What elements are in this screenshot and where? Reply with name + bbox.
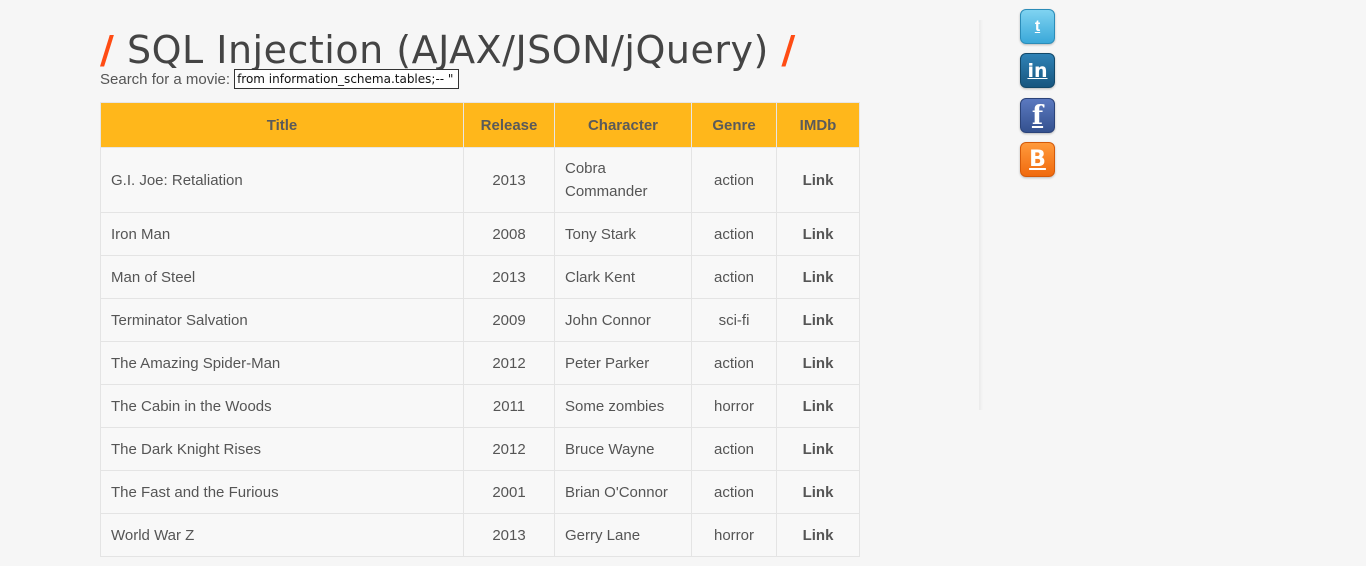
- cell-imdb: Link: [776, 212, 860, 256]
- imdb-link[interactable]: Link: [803, 226, 834, 243]
- title-text: SQL Injection (AJAX/JSON/jQuery): [126, 28, 769, 73]
- table-row: The Dark Knight Rises 2012 Bruce Wayne a…: [100, 427, 860, 471]
- column-header-title: Title: [100, 102, 464, 148]
- search-form: Search for a movie:: [100, 68, 460, 90]
- sidebar-divider: [979, 20, 983, 410]
- cell-character: Gerry Lane: [554, 513, 692, 557]
- facebook-icon[interactable]: f: [1020, 98, 1055, 133]
- cell-release: 2012: [463, 427, 555, 471]
- cell-title: Iron Man: [100, 212, 464, 256]
- table-row: World War Z 2013 Gerry Lane horror Link: [100, 513, 860, 557]
- table-row: Man of Steel 2013 Clark Kent action Link: [100, 255, 860, 299]
- imdb-link[interactable]: Link: [803, 484, 834, 501]
- cell-genre: horror: [691, 384, 777, 428]
- imdb-link[interactable]: Link: [803, 172, 834, 189]
- imdb-link[interactable]: Link: [803, 269, 834, 286]
- cell-release: 2011: [463, 384, 555, 428]
- table-row: Iron Man 2008 Tony Stark action Link: [100, 212, 860, 256]
- cell-character: John Connor: [554, 298, 692, 342]
- cell-title: Terminator Salvation: [100, 298, 464, 342]
- search-input[interactable]: [234, 69, 460, 89]
- cell-title: The Amazing Spider-Man: [100, 341, 464, 385]
- linkedin-icon[interactable]: in: [1020, 53, 1055, 88]
- table-row: G.I. Joe: Retaliation 2013 Cobra Command…: [100, 147, 860, 213]
- imdb-link[interactable]: Link: [803, 398, 834, 415]
- cell-imdb: Link: [776, 384, 860, 428]
- cell-title: G.I. Joe: Retaliation: [100, 147, 464, 213]
- column-header-genre: Genre: [691, 102, 777, 148]
- column-header-character: Character: [554, 102, 692, 148]
- cell-imdb: Link: [776, 470, 860, 514]
- table-row: The Fast and the Furious 2001 Brian O'Co…: [100, 470, 860, 514]
- imdb-link[interactable]: Link: [803, 527, 834, 544]
- cell-genre: horror: [691, 513, 777, 557]
- cell-genre: sci-fi: [691, 298, 777, 342]
- cell-genre: action: [691, 255, 777, 299]
- cell-title: Man of Steel: [100, 255, 464, 299]
- cell-genre: action: [691, 427, 777, 471]
- cell-title: World War Z: [100, 513, 464, 557]
- table-row: The Amazing Spider-Man 2012 Peter Parker…: [100, 341, 860, 385]
- cell-release: 2013: [463, 147, 555, 213]
- search-label: Search for a movie:: [100, 70, 231, 88]
- cell-title: The Cabin in the Woods: [100, 384, 464, 428]
- cell-release: 2008: [463, 212, 555, 256]
- cell-release: 2013: [463, 513, 555, 557]
- cell-genre: action: [691, 212, 777, 256]
- cell-release: 2013: [463, 255, 555, 299]
- column-header-imdb: IMDb: [776, 102, 860, 148]
- table-header-row: Title Release Character Genre IMDb: [100, 102, 860, 148]
- page: / SQL Injection (AJAX/JSON/jQuery) / Sea…: [0, 0, 1366, 566]
- cell-genre: action: [691, 147, 777, 213]
- cell-title: The Fast and the Furious: [100, 470, 464, 514]
- imdb-link[interactable]: Link: [803, 312, 834, 329]
- cell-character: Cobra Commander: [554, 147, 692, 213]
- cell-character: Some zombies: [554, 384, 692, 428]
- cell-imdb: Link: [776, 255, 860, 299]
- table-row: Terminator Salvation 2009 John Connor sc…: [100, 298, 860, 342]
- blogger-icon[interactable]: B: [1020, 142, 1055, 177]
- cell-imdb: Link: [776, 427, 860, 471]
- cell-release: 2009: [463, 298, 555, 342]
- imdb-link[interactable]: Link: [803, 355, 834, 372]
- title-slash-right: /: [781, 28, 796, 73]
- cell-character: Peter Parker: [554, 341, 692, 385]
- cell-release: 2001: [463, 470, 555, 514]
- cell-release: 2012: [463, 341, 555, 385]
- cell-genre: action: [691, 470, 777, 514]
- table-row: The Cabin in the Woods 2011 Some zombies…: [100, 384, 860, 428]
- cell-character: Clark Kent: [554, 255, 692, 299]
- twitter-icon[interactable]: t: [1020, 9, 1055, 44]
- cell-imdb: Link: [776, 341, 860, 385]
- title-slash-left: /: [100, 28, 115, 73]
- cell-character: Bruce Wayne: [554, 427, 692, 471]
- cell-character: Tony Stark: [554, 212, 692, 256]
- cell-character: Brian O'Connor: [554, 470, 692, 514]
- cell-genre: action: [691, 341, 777, 385]
- cell-imdb: Link: [776, 147, 860, 213]
- cell-imdb: Link: [776, 513, 860, 557]
- cell-imdb: Link: [776, 298, 860, 342]
- movies-table: Title Release Character Genre IMDb G.I. …: [100, 102, 860, 557]
- cell-title: The Dark Knight Rises: [100, 427, 464, 471]
- column-header-release: Release: [463, 102, 555, 148]
- imdb-link[interactable]: Link: [803, 441, 834, 458]
